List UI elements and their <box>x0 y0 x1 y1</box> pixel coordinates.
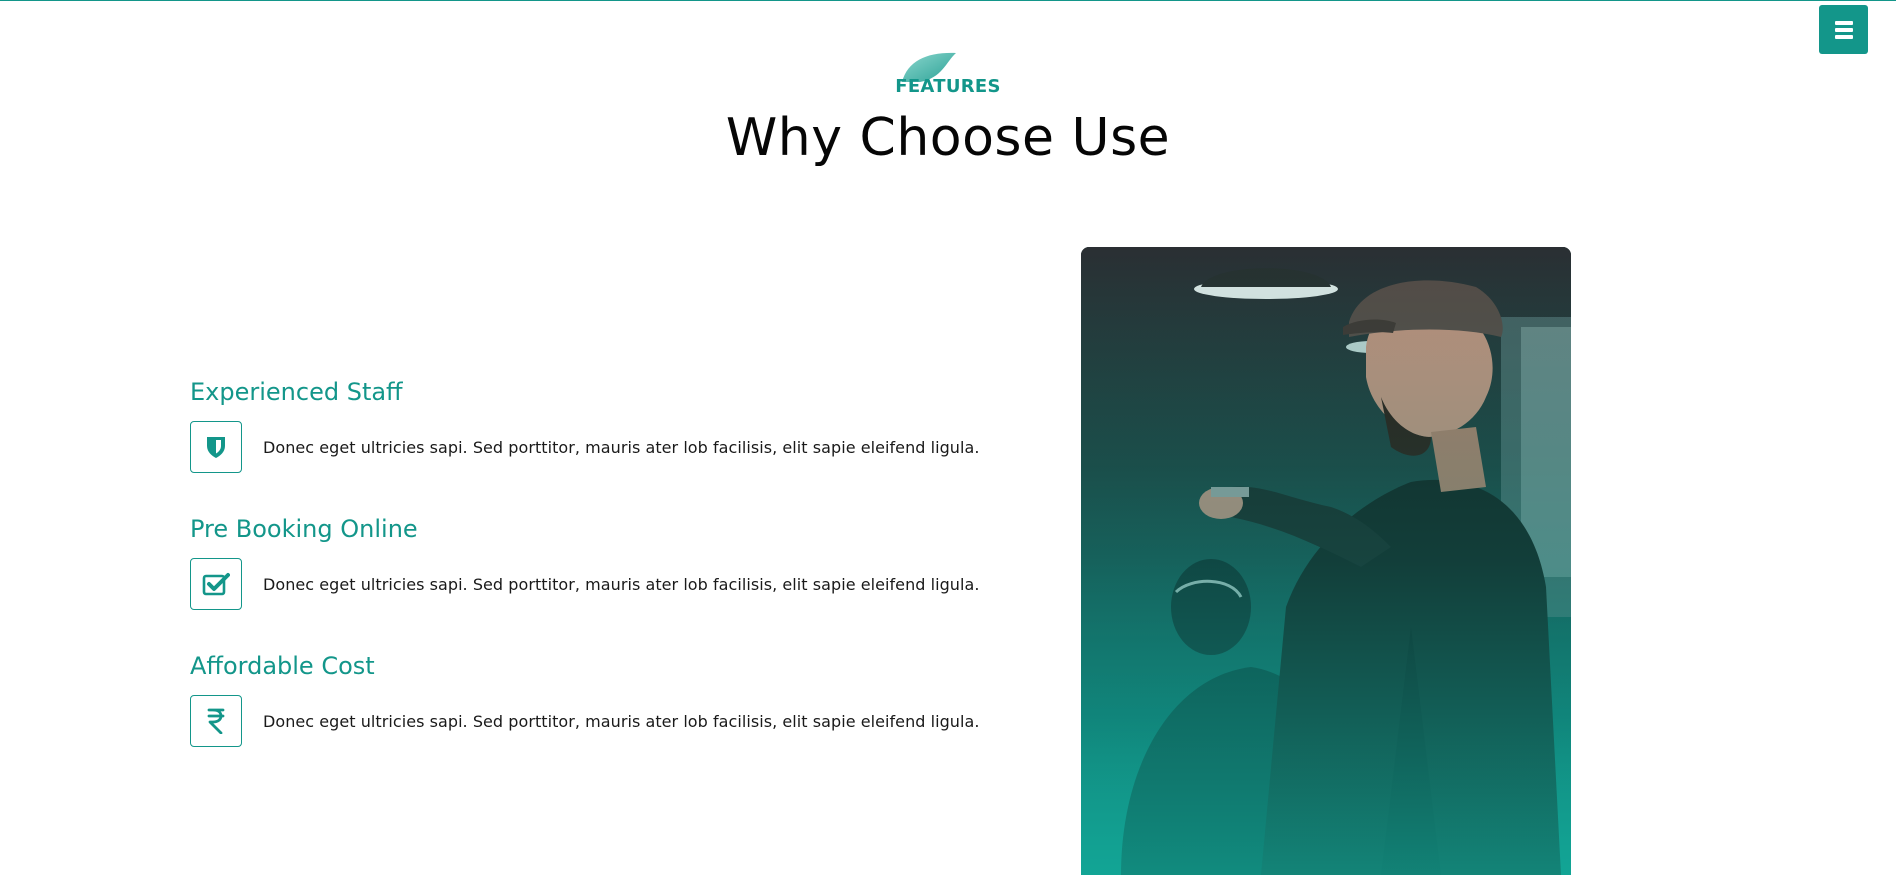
shield-icon <box>207 437 225 458</box>
feature-description: Donec eget ultricies sapi. Sed porttitor… <box>263 437 980 457</box>
feature-title: Experienced Staff <box>190 378 403 406</box>
feature-description: Donec eget ultricies sapi. Sed porttitor… <box>263 574 980 594</box>
checkbox-icon <box>202 573 230 596</box>
feature-icon-box <box>190 558 242 610</box>
hamburger-icon <box>1834 20 1853 39</box>
feature-item-experienced-staff: Experienced Staff Donec eget ultricies s… <box>190 375 1040 473</box>
eyebrow-label: FEATURES <box>895 76 1001 97</box>
feature-item-pre-booking-online: Pre Booking Online Donec eget ultricies … <box>190 512 1040 610</box>
rupee-icon <box>207 708 225 734</box>
feature-item-affordable-cost: Affordable Cost Donec eget ultricies sap… <box>190 649 1040 747</box>
feature-icon-box <box>190 421 242 473</box>
section-title: Why Choose Use <box>725 108 1171 168</box>
feature-description: Donec eget ultricies sapi. Sed porttitor… <box>263 711 980 731</box>
section-eyebrow: FEATURES <box>0 52 1896 100</box>
feature-title: Affordable Cost <box>190 652 375 680</box>
menu-button[interactable] <box>1819 5 1868 54</box>
barber-photo <box>1081 247 1571 875</box>
top-border <box>0 0 1896 1</box>
feature-title: Pre Booking Online <box>190 515 418 543</box>
feature-icon-box <box>190 695 242 747</box>
